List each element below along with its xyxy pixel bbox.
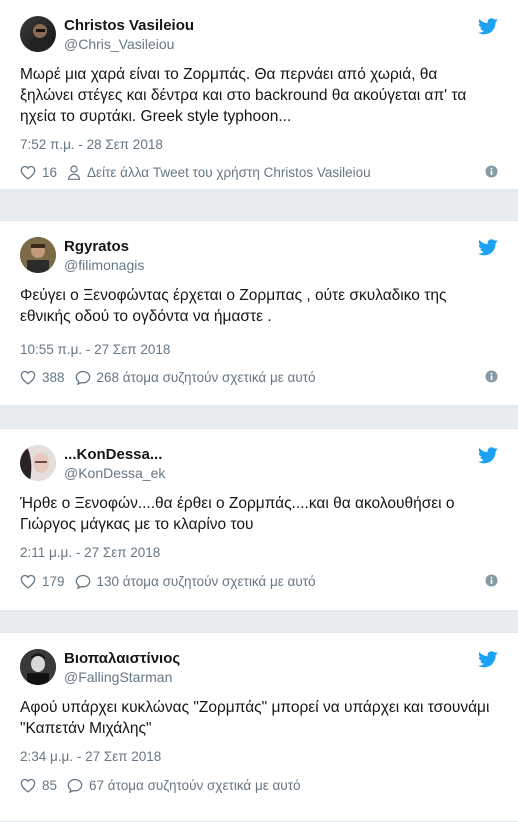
tweet-timestamp[interactable]: 2:11 μ.μ. - 27 Σεπ 2018: [20, 545, 160, 560]
twitter-bird-icon[interactable]: [478, 239, 498, 256]
tweet-card[interactable]: Βιοπαλαιστίνιος @FallingStarman Αφού υπά…: [0, 632, 518, 822]
heart-icon: [20, 574, 36, 589]
more-tweets-label: Δείτε άλλα Tweet του χρήστη Christos Vas…: [87, 164, 371, 180]
tweet-text: Φεύγει ο Ξενοφώντας έρχεται ο Ζορμπας , …: [20, 287, 447, 325]
info-icon[interactable]: [485, 165, 498, 178]
heart-icon: [20, 370, 36, 385]
tweet-actions: 388 268 άτομα συζητούν σχετικά με αυτό: [20, 367, 498, 387]
discussion-label: 268 άτομα συζητούν σχετικά με αυτό: [96, 369, 316, 385]
tweet-text: Μωρέ μια χαρά είναι το Ζορμπάς. Θα περνά…: [20, 66, 467, 125]
author-handle[interactable]: @Chris_Vasileiou: [64, 36, 174, 52]
author-name[interactable]: Βιοπαλαιστίνιος: [64, 650, 180, 667]
discussion-label: 67 άτομα συζητούν σχετικά με αυτό: [89, 777, 301, 793]
heart-icon: [20, 165, 36, 180]
reply-discussion-link[interactable]: 130 άτομα συζητούν σχετικά με αυτό: [75, 574, 316, 589]
like-button[interactable]: 85: [20, 778, 57, 793]
tweet-card[interactable]: Rgyratos @filimonagis Φεύγει ο Ξενοφώντα…: [0, 220, 518, 406]
discussion-label: 130 άτομα συζητούν σχετικά με αυτό: [96, 573, 316, 589]
tweet-text: Ήρθε ο Ξενοφών....θα έρθει ο Ζορμπάς....…: [20, 495, 455, 533]
twitter-bird-icon[interactable]: [478, 447, 498, 464]
info-icon[interactable]: [485, 370, 498, 383]
like-count: 85: [42, 777, 58, 793]
tweet-text: Αφού υπάρχει κυκλώνας "Ζορμπάς" μπορεί ν…: [20, 699, 490, 737]
person-icon: [67, 164, 81, 180]
comment-icon: [67, 778, 83, 793]
like-count: 16: [42, 164, 58, 180]
tweet-card[interactable]: ...KonDessa... @KonDessa_ek Ήρθε ο Ξενοφ…: [0, 428, 518, 611]
comment-icon: [75, 370, 90, 385]
like-count: 179: [42, 573, 65, 589]
heart-icon: [20, 778, 36, 793]
tweet-timestamp[interactable]: 10:55 π.μ. - 27 Σεπ 2018: [20, 342, 170, 357]
more-tweets-link[interactable]: Δείτε άλλα Tweet του χρήστη Christos Vas…: [67, 165, 371, 180]
like-button[interactable]: 179: [20, 574, 65, 589]
author-name[interactable]: Rgyratos: [64, 238, 129, 255]
author-name[interactable]: ...KonDessa...: [64, 446, 162, 463]
avatar[interactable]: [20, 445, 56, 481]
twitter-bird-icon[interactable]: [478, 651, 498, 668]
tweet-actions: 85 67 άτομα συζητούν σχετικά με αυτό: [20, 775, 498, 795]
twitter-bird-icon[interactable]: [478, 18, 498, 35]
author-name[interactable]: Christos Vasileiou: [64, 17, 194, 34]
reply-discussion-link[interactable]: 268 άτομα συζητούν σχετικά με αυτό: [75, 370, 316, 385]
like-button[interactable]: 16: [20, 165, 57, 180]
author-handle[interactable]: @filimonagis: [64, 257, 144, 273]
tweet-actions: 179 130 άτομα συζητούν σχετικά με αυτό: [20, 571, 498, 591]
tweet-actions: 16 Δείτε άλλα Tweet του χρήστη Christos …: [20, 162, 498, 182]
author-handle[interactable]: @KonDessa_ek: [64, 465, 165, 481]
tweet-card[interactable]: Christos Vasileiou @Chris_Vasileiou Μωρέ…: [0, 0, 518, 190]
tweet-timestamp[interactable]: 7:52 π.μ. - 28 Σεπ 2018: [20, 137, 163, 152]
comment-icon: [75, 574, 90, 589]
info-icon[interactable]: [485, 574, 498, 587]
avatar[interactable]: [20, 237, 56, 273]
tweet-timestamp[interactable]: 2:34 μ.μ. - 27 Σεπ 2018: [20, 749, 161, 764]
like-button[interactable]: 388: [20, 370, 65, 385]
author-handle[interactable]: @FallingStarman: [64, 669, 172, 685]
avatar[interactable]: [20, 16, 56, 52]
reply-discussion-link[interactable]: 67 άτομα συζητούν σχετικά με αυτό: [67, 778, 301, 793]
like-count: 388: [42, 369, 65, 385]
avatar[interactable]: [20, 649, 56, 685]
